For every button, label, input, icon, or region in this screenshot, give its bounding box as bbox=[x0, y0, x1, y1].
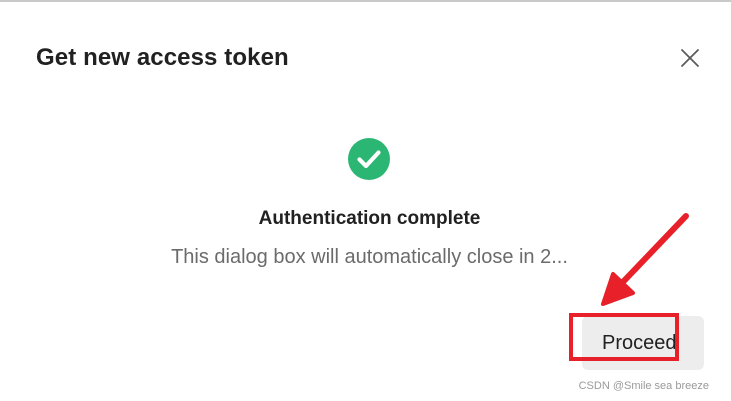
dialog-title: Get new access token bbox=[36, 44, 289, 71]
authentication-status-title: Authentication complete bbox=[258, 208, 481, 229]
watermark: CSDN @Smile sea breeze bbox=[578, 380, 709, 392]
close-icon[interactable] bbox=[676, 44, 704, 72]
access-token-dialog: Get new access token Authentication comp… bbox=[0, 0, 731, 401]
dialog-top-border bbox=[0, 0, 731, 2]
auto-close-message: This dialog box will automatically close… bbox=[171, 246, 568, 268]
check-circle-icon bbox=[348, 138, 390, 180]
proceed-button[interactable]: Proceed bbox=[582, 316, 704, 370]
close-button[interactable] bbox=[676, 44, 704, 72]
